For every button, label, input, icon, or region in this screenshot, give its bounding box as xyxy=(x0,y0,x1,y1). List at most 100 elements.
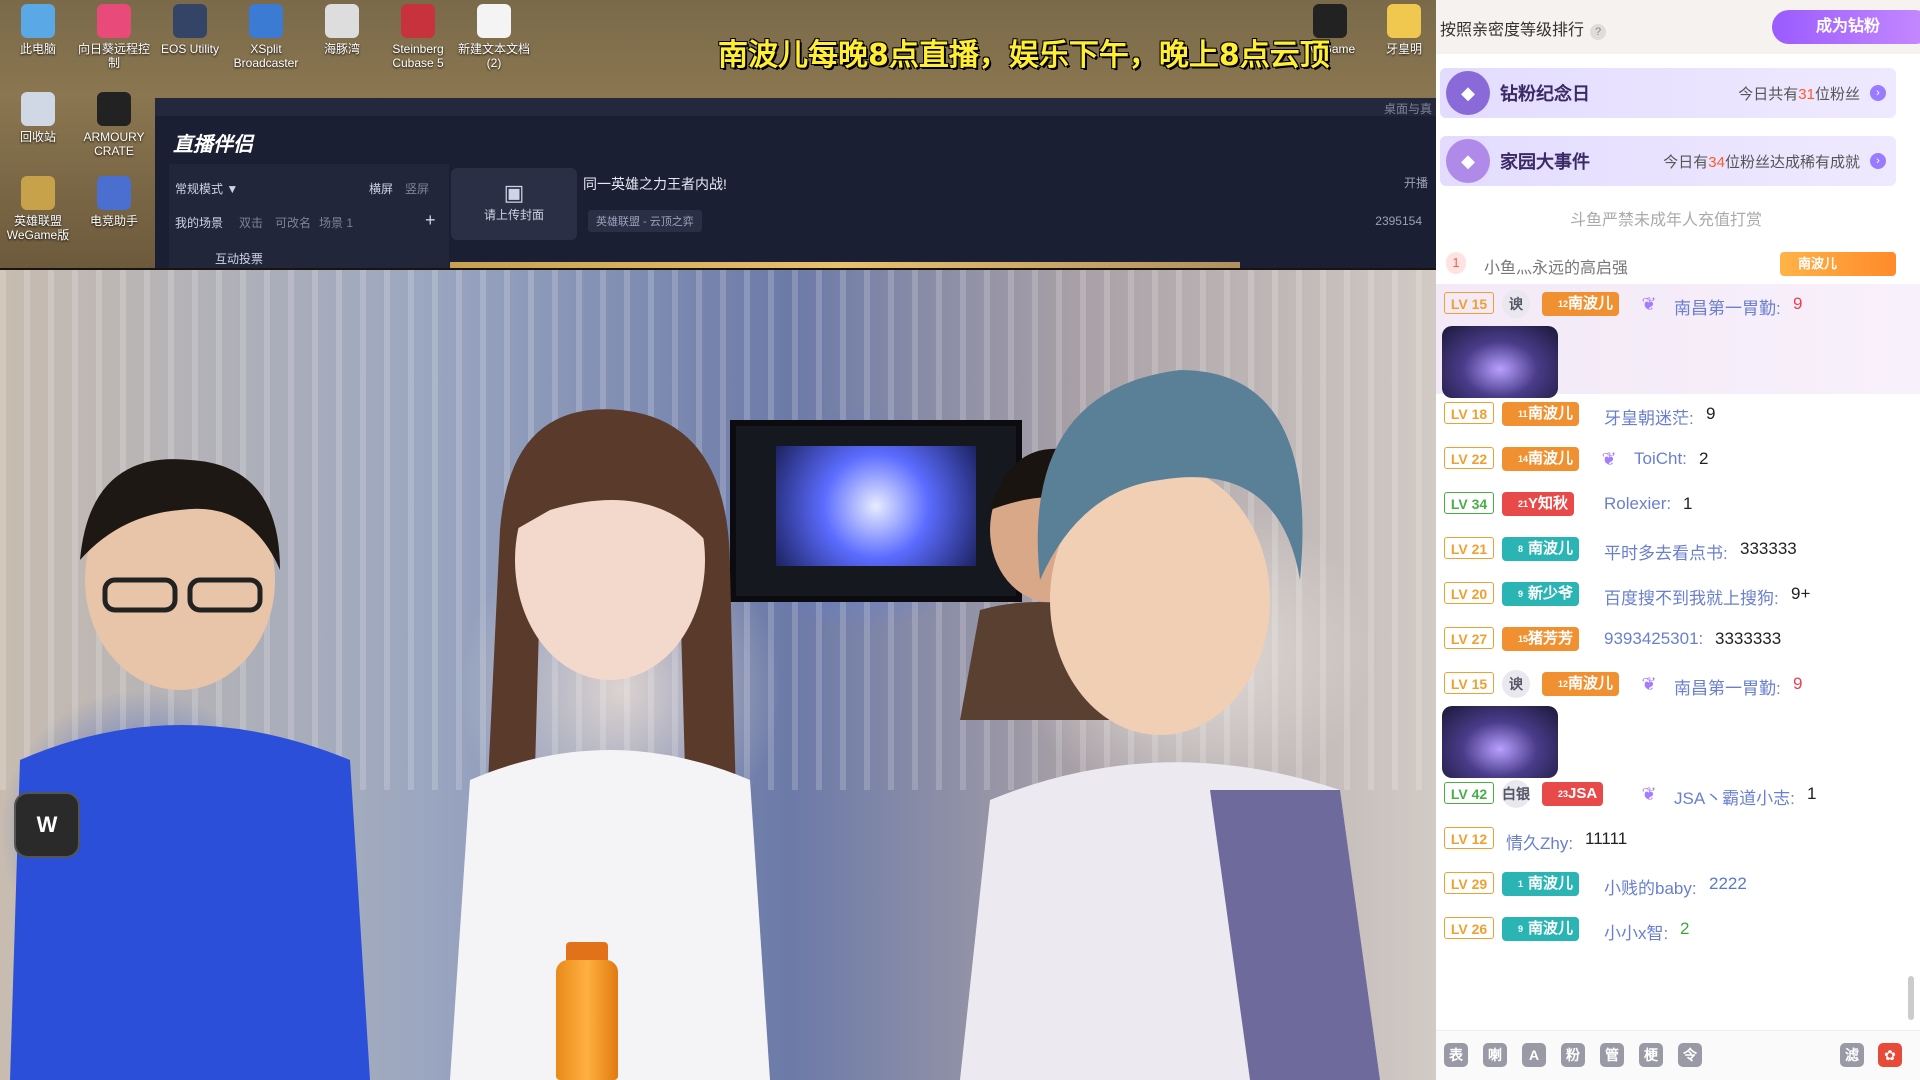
noble-icon: 谀 xyxy=(1502,290,1530,318)
go-live-label[interactable]: 开播 xyxy=(1404,174,1428,191)
desktop-shortcut[interactable]: 新建文本文档 (2) xyxy=(456,0,532,70)
fan-badge: 南波儿 xyxy=(1780,252,1896,276)
wings-icon: ❦ xyxy=(1641,784,1657,804)
fan-badge-level: 9 xyxy=(1518,924,1524,934)
chat-message: LV 15 谀 12 南波儿 ❦ 南昌第一胃勤: 9 xyxy=(1436,284,1920,398)
xsplit-icon xyxy=(249,4,283,38)
home-events-card[interactable]: ◆ 家园大事件 今日有34位粉丝达成稀有成就 › xyxy=(1440,136,1896,186)
chat-username[interactable]: 9393425301: xyxy=(1604,629,1703,649)
taskbar-strip xyxy=(450,262,1240,268)
chat-username[interactable]: 情久Zhy: xyxy=(1506,829,1573,854)
chat-username[interactable]: 百度搜不到我就上搜狗: xyxy=(1604,584,1779,609)
desktop-shortcut[interactable]: 回收站 xyxy=(0,88,76,144)
person-right xyxy=(960,370,1380,1080)
chat-username[interactable]: 平时多去看点书: xyxy=(1604,539,1728,564)
user-level-badge: LV 21 xyxy=(1444,537,1494,559)
orient-vertical-tab[interactable]: 竖屏 xyxy=(405,180,429,197)
wings-icon: ❦ xyxy=(1601,449,1617,469)
curtain-fold xyxy=(0,270,6,790)
desktop-shortcut-label: 电竞助手 xyxy=(89,214,138,228)
card-title: 家园大事件 xyxy=(1500,152,1590,172)
fan-badge: 21 Y知秋 xyxy=(1502,492,1575,516)
user-level-badge: LV 27 xyxy=(1444,627,1494,649)
card-title: 钻粉纪念日 xyxy=(1500,84,1590,104)
chat-username[interactable]: Rolexier: xyxy=(1604,494,1671,514)
stream-category[interactable]: 英雄联盟 - 云顶之弈 xyxy=(588,210,702,232)
admin-icon[interactable]: 管 xyxy=(1600,1043,1624,1067)
noble-icon: 白银 xyxy=(1502,780,1530,808)
fan-badge-level: 15 xyxy=(1518,634,1529,644)
chat-message-text: 2222 xyxy=(1709,874,1747,893)
desktop-shortcut[interactable]: 向日葵远程控制 xyxy=(76,0,152,70)
fan-badge-level: 14 xyxy=(1518,454,1529,464)
user-level-badge: LV 15 xyxy=(1444,672,1494,694)
chat-message-text: 9+ xyxy=(1791,584,1811,603)
become-diamond-fan-button[interactable]: 成为钻粉 xyxy=(1772,10,1920,44)
fan-icon[interactable]: 粉 xyxy=(1561,1043,1585,1067)
curtain-fold xyxy=(1416,270,1422,790)
meme-icon[interactable]: 梗 xyxy=(1639,1043,1663,1067)
live-companion-window: 桌面与真 直播伴侣 常规模式 ▼ 横屏 竖屏 我的场景 双击 可改名 场景 1 … xyxy=(155,98,1436,268)
cubase-icon xyxy=(401,4,435,38)
scene-tab-rename[interactable]: 可改名 xyxy=(275,214,311,231)
brand-logo: W xyxy=(14,792,80,858)
scene-tab-mine[interactable]: 我的场景 xyxy=(175,214,223,231)
rank-title[interactable]: 按照亲密度等级排行? xyxy=(1440,16,1607,40)
chat-username[interactable]: 牙皇朝迷茫: xyxy=(1604,404,1694,429)
stream-title[interactable]: 同一英雄之力王者内战! xyxy=(583,174,727,194)
desktop-shortcut[interactable]: Steinberg Cubase 5 xyxy=(380,0,456,70)
broadcast-icon[interactable]: 喇 xyxy=(1483,1043,1507,1067)
desktop-shortcut[interactable]: ARMOURY CRATE xyxy=(76,88,152,158)
chat-username[interactable]: 南昌第一胃勤: xyxy=(1674,674,1781,699)
user-level-badge: LV 26 xyxy=(1444,917,1494,939)
orient-horizontal-tab[interactable]: 横屏 xyxy=(369,180,393,197)
font-icon[interactable]: A xyxy=(1522,1043,1546,1067)
noble-icon: 谀 xyxy=(1502,670,1530,698)
esports-helper-icon xyxy=(97,176,131,210)
user-level-badge: LV 18 xyxy=(1444,402,1494,424)
chat-username[interactable]: ToiCht: xyxy=(1634,449,1687,469)
desktop-shortcut[interactable]: 海豚湾 xyxy=(304,0,380,56)
add-scene-button[interactable]: + xyxy=(425,210,436,231)
heat-count: 2395154 xyxy=(1375,214,1422,228)
fan-badge-label: 猪芳芳 xyxy=(1528,630,1574,647)
chat-message: LV 34 21 Y知秋 Rolexier: 1 xyxy=(1436,484,1920,529)
emoji-icon[interactable]: 表 xyxy=(1444,1043,1468,1067)
desktop-shortcut-label: 回收站 xyxy=(19,130,56,144)
scene-item-vote[interactable]: 互动投票 xyxy=(215,250,263,267)
chat-message: LV 21 8 南波儿 平时多去看点书: 333333 xyxy=(1436,529,1920,574)
chat-message-text: 1 xyxy=(1807,784,1817,803)
chat-message-text: 11111 xyxy=(1585,829,1628,848)
gift-icon[interactable]: ✿ xyxy=(1878,1043,1902,1067)
desktop-shortcut[interactable]: 此电脑 xyxy=(0,0,76,56)
chat-username[interactable]: JSA丶霸道小志: xyxy=(1674,784,1795,809)
fan-badge: 23 JSA xyxy=(1542,782,1604,806)
chat-username[interactable]: 小小x智: xyxy=(1604,919,1668,944)
scene-tab-1[interactable]: 场景 1 xyxy=(319,214,353,231)
fan-badge-level: 8 xyxy=(1518,544,1524,554)
upload-cover-button[interactable]: ▣ 请上传封面 xyxy=(451,168,577,240)
desktop-shortcut-label: 海豚湾 xyxy=(323,42,360,56)
mode-dropdown[interactable]: 常规模式 ▼ xyxy=(175,180,238,197)
command-icon[interactable]: 令 xyxy=(1678,1043,1702,1067)
fan-badge-label: 南波儿 xyxy=(1798,256,1838,271)
help-icon[interactable]: ? xyxy=(1590,24,1607,40)
rank-top-entry[interactable]: 1 小鱼灬永远的高启强 南波儿 xyxy=(1436,248,1920,282)
desktop-shortcut[interactable]: XSplit Broadcaster xyxy=(228,0,304,70)
scene-tab-dblclick[interactable]: 双击 xyxy=(239,214,263,231)
user-level-badge: LV 12 xyxy=(1444,827,1494,849)
scene-panel: 常规模式 ▼ 横屏 竖屏 我的场景 双击 可改名 场景 1 + 互动投票 xyxy=(169,164,449,268)
desktop-shortcut[interactable]: 英雄联盟WeGame版 xyxy=(0,172,76,242)
diamond-anniversary-card[interactable]: ◆ 钻粉纪念日 今日共有31位粉丝 › xyxy=(1440,68,1896,118)
desktop-shortcut[interactable]: 牙皇明 xyxy=(1366,0,1436,56)
desktop-shortcut[interactable]: 电竞助手 xyxy=(76,172,152,228)
chat-message-text: 3333333 xyxy=(1715,629,1782,648)
chat-username[interactable]: 南昌第一胃勤: xyxy=(1674,294,1781,319)
fan-badge-label: 南波儿 xyxy=(1528,540,1574,557)
chat-scrollbar[interactable] xyxy=(1908,976,1914,1020)
filter-icon[interactable]: 滤 xyxy=(1840,1043,1864,1067)
chat-message: LV 12 情久Zhy: 11111 xyxy=(1436,819,1920,864)
desktop-shortcut-label: EOS Utility xyxy=(160,42,219,56)
desktop-shortcut[interactable]: EOS Utility xyxy=(152,0,228,56)
chat-username[interactable]: 小贱的baby: xyxy=(1604,874,1697,899)
